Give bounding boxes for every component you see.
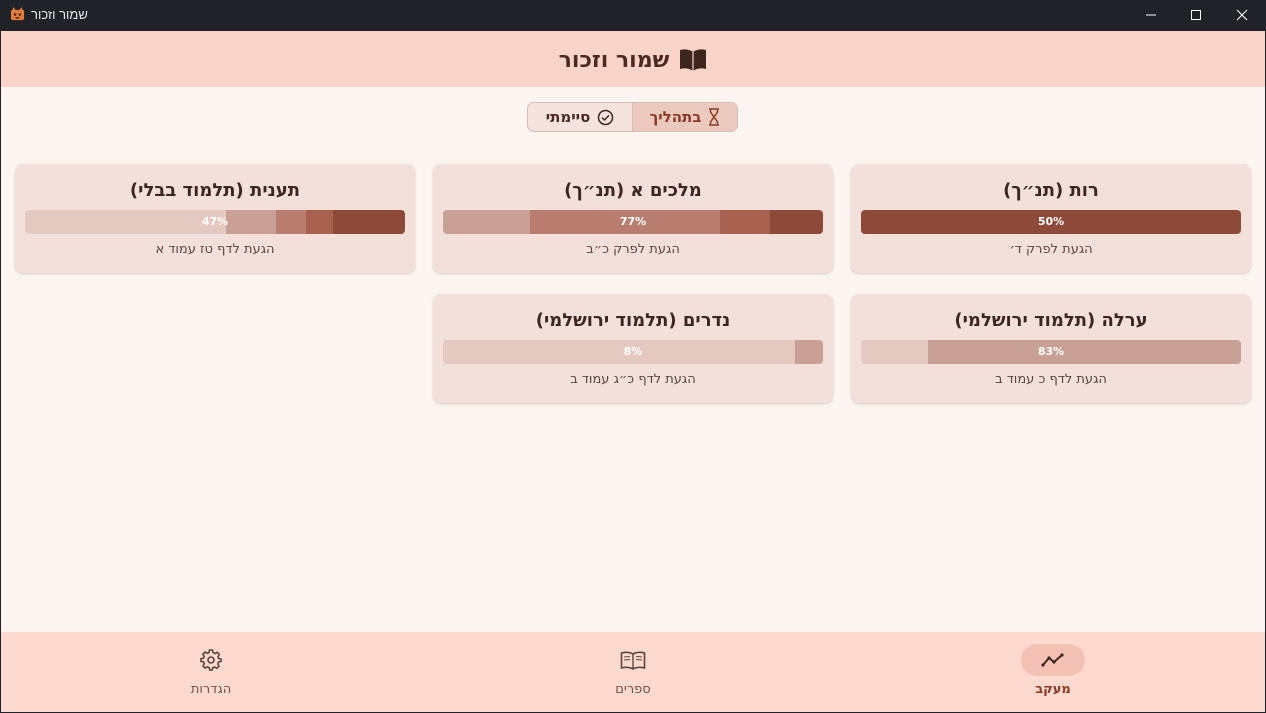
progress-bar: 8% [443,340,823,364]
nav-tracking-label: מעקב [1035,682,1071,697]
app-icon [10,7,25,21]
check-circle-icon [598,109,614,125]
open-book-icon [680,49,707,71]
nav-settings-indicator [179,644,243,676]
progress-bar: 77% [443,210,823,234]
progress-label: 77% [619,215,647,228]
filter-in-progress[interactable]: בתהליך [632,103,737,131]
progress-bar: 83% [861,340,1241,364]
trending-icon [1041,653,1064,667]
card-title: נדרים (תלמוד ירושלמי) [535,310,731,331]
book-icon [620,651,646,670]
progress-label: 47% [201,215,229,228]
status-filter: סיימתי בתהליך [527,102,738,132]
progress-card[interactable]: נדרים (תלמוד ירושלמי) 8% הגעת לדף כ״ג עמ… [433,294,833,403]
nav-settings[interactable]: הגדרות [151,644,271,704]
progress-bar: 50% [861,210,1241,234]
nav-books-label: ספרים [615,682,651,697]
close-button[interactable] [1219,0,1265,30]
card-status: הגעת לדף כ״ג עמוד ב [570,372,696,387]
minimize-button[interactable] [1128,0,1174,30]
card-title: תענית (תלמוד בבלי) [129,180,301,201]
hourglass-icon [709,108,720,126]
progress-card[interactable]: ערלה (תלמוד ירושלמי) 83% הגעת לדף כ עמוד… [851,294,1251,403]
nav-books[interactable]: ספרים [573,644,693,704]
card-status: הגעת לפרק ד׳ [1009,242,1093,257]
card-status: הגעת לפרק כ״ב [586,242,680,257]
maximize-icon [1191,10,1201,20]
close-icon [1236,9,1248,21]
progress-bar: 47% [25,210,405,234]
app-window: שמור וזכור סיימתי בתהליך רות (תנ״ך) 50% … [1,31,1265,712]
nav-books-indicator [601,644,665,676]
progress-card[interactable]: רות (תנ״ך) 50% הגעת לפרק ד׳ [851,164,1251,273]
nav-tracking[interactable]: מעקב [993,644,1113,704]
gear-icon [200,649,222,671]
progress-label: 83% [1037,345,1065,358]
card-status: הגעת לדף טז עמוד א [155,242,275,257]
progress-label: 8% [623,345,643,358]
card-status: הגעת לדף כ עמוד ב [995,372,1107,387]
bottom-navigation: מעקב ספרים הגדרות [1,632,1265,712]
nav-settings-label: הגדרות [190,682,232,697]
card-title: מלכים א (תנ״ך) [564,180,702,201]
progress-label: 50% [1037,215,1065,228]
progress-card[interactable]: מלכים א (תנ״ך) 77% הגעת לפרק כ״ב [433,164,833,273]
filter-finished-label: סיימתי [545,108,591,126]
maximize-button[interactable] [1173,0,1219,30]
minimize-icon [1146,14,1156,16]
progress-card[interactable]: תענית (תלמוד בבלי) 47% הגעת לדף טז עמוד … [15,164,415,273]
app-header: שמור וזכור [1,31,1265,87]
filter-finished[interactable]: סיימתי [528,103,632,131]
card-title: ערלה (תלמוד ירושלמי) [954,310,1148,331]
window-titlebar: שמור וזכור [0,0,1266,30]
window-title: שמור וזכור [31,7,88,22]
filter-in-progress-label: בתהליך [649,108,702,126]
card-title: רות (תנ״ך) [1003,180,1099,201]
nav-tracking-indicator [1021,644,1085,676]
app-title: שמור וזכור [558,47,670,73]
